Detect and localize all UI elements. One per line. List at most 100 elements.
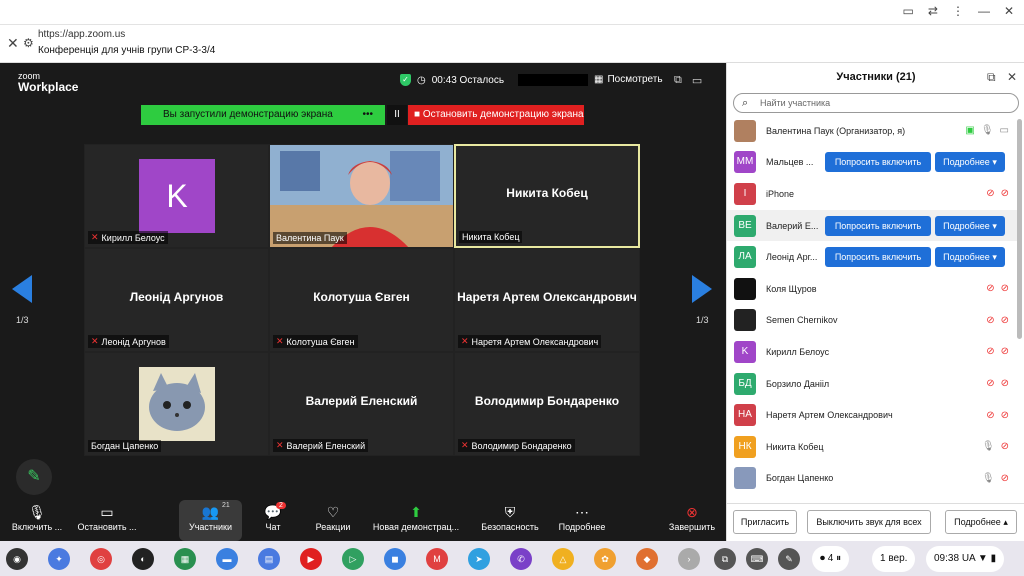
participant-row[interactable]: Валентина Паук (Организатор, я) ▣ 🎙 ▭ [727,115,1017,147]
participant-status: ⊘ ⊘ [986,346,1009,357]
tile-name: ✕ Леонід Аргунов [88,335,169,348]
top-icons: ▭ ⇄ ⋮ — ✕ [903,4,1014,18]
participant-row[interactable]: НА Наретя Артем Олександрович ⊘ ⊘ [727,399,1017,431]
mic-off-icon: ⊘ [986,409,995,421]
share-options-icon[interactable]: ••• [362,105,373,125]
site-settings-icon[interactable]: ⚙ [23,36,34,50]
ask-unmute-button[interactable]: Попросить включить [825,152,931,173]
prev-page-arrow-icon[interactable] [12,275,32,303]
close-icon[interactable]: ✕ [7,35,19,52]
participant-row[interactable]: Semen Chernikov ⊘ ⊘ [727,305,1017,337]
youtube-icon[interactable]: ▶ [300,548,322,570]
participant-row[interactable]: БД Борзило Данііл ⊘ ⊘ [727,368,1017,400]
translate-icon[interactable]: ⇄ [928,4,938,18]
tile-center-name: Леонід Аргунов [129,289,224,304]
video-tile[interactable]: Валентина Паук [269,144,454,248]
participant-more-button[interactable]: Подробнее ▾ [935,215,1005,236]
pause-share-button[interactable]: II [387,105,407,125]
stylus-icon[interactable]: ✎ [778,548,800,570]
video-tile-active-speaker[interactable]: Никита Кобец Никита Кобец [454,144,640,248]
viber-icon[interactable]: ✆ [510,548,532,570]
popout-icon[interactable]: ⧉ [987,63,996,91]
apps-grid-icon[interactable]: ▦ [174,548,196,570]
keyboard-icon[interactable]: ⌨ [746,548,768,570]
footer-more-button[interactable]: Подробнее ▴ [945,510,1017,534]
drive-icon[interactable]: △ [552,548,574,570]
chrome-icon[interactable]: ◎ [90,548,112,570]
notification-tray[interactable]: ⏺ 4 ⏸ [812,546,850,572]
participant-more-button[interactable]: Подробнее ▾ [935,247,1005,268]
ask-unmute-button[interactable]: Попросить включить [825,247,931,268]
next-page-arrow-icon[interactable] [692,275,712,303]
redacted-block [518,74,589,86]
participants-button[interactable]: 👥 Участники 21 [179,500,242,541]
cast-app-icon[interactable]: ◐ [132,548,154,570]
participant-status: 🎙 ⊘ [982,473,1009,484]
invite-button[interactable]: Пригласить [733,510,797,534]
pip-icon[interactable]: ⧉ [674,74,682,87]
status-tray[interactable]: 09:38 UA ▼ ▮ [926,546,1005,572]
screenshot-icon[interactable]: ⧉ [714,548,736,570]
date-bubble[interactable]: 1 вер. [872,546,916,572]
annotate-pen-icon[interactable]: ✎ [16,459,52,495]
search-input[interactable]: ⌕ Найти участника [733,93,1019,113]
mic-off-icon: ✕ [461,336,469,346]
share-status[interactable]: Вы запустили демонстрацию экрана ••• [141,105,385,125]
video-tile[interactable]: Леонід Аргунов ✕ Леонід Аргунов [84,248,269,352]
window-icons: ⧉ ▭ [674,74,702,87]
video-tile[interactable]: Богдан Цапенко [84,352,269,456]
zoom-app-icon[interactable]: ◼ [384,548,406,570]
ask-unmute-button[interactable]: Попросить включить [825,215,931,236]
gmail-icon[interactable]: M [426,548,448,570]
encryption-shield-icon[interactable]: ✓ [400,74,411,86]
reactions-button[interactable]: ♡ Реакции [310,500,356,541]
participant-row[interactable]: ММ Мальцев ... Попросить включить Подробнее… [727,147,1017,179]
participant-more-button[interactable]: Подробнее ▾ [935,152,1005,173]
files-icon[interactable]: ▬ [216,548,238,570]
mic-icon: 🎙 [981,441,995,453]
participant-row[interactable]: ВЕ Валерий Е... Попросить включить Подробне… [727,209,1017,242]
avatar: НК [734,435,756,458]
participant-row[interactable]: ЛА Леонід Арг... Попросить включить Подробн… [727,241,1017,273]
avatar [734,277,756,300]
share-screen-icon: ▣ [965,125,975,137]
stop-share-button[interactable]: ■ Остановить демонстрацию экрана [408,105,584,125]
more-button[interactable]: ⋯ Подробнее [554,500,610,541]
view-button[interactable]: ▦ Посмотреть [594,74,663,85]
scrollbar[interactable] [1017,119,1022,339]
app-icon[interactable]: ◆ [636,548,658,570]
participant-row[interactable]: НК Никита Кобец 🎙 ⊘ [727,431,1017,463]
avatar [139,367,215,441]
assistant-icon[interactable]: ✦ [48,548,70,570]
participant-row[interactable]: K Кирилл Белоус ⊘ ⊘ [727,336,1017,368]
photos-icon[interactable]: ✿ [594,548,616,570]
launcher-icon[interactable]: ◉ [6,548,28,570]
security-button[interactable]: ⛨ Безопасность [476,500,544,541]
end-meeting-button[interactable]: ⊗ Завершить [664,500,720,541]
video-tile[interactable]: Володимир Бондаренко ✕ Володимир Бондарен… [454,352,640,456]
mute-all-button[interactable]: Выключить звук для всех [807,510,931,534]
new-share-button[interactable]: ⬆ Новая демонстрац... [368,500,464,541]
minimize-icon[interactable]: — [978,4,990,18]
unmute-button[interactable]: 🎙 Включить ... [4,500,70,541]
docs-icon[interactable]: ▤ [258,548,280,570]
os-shelf: ◉ ✦ ◎ ◐ ▦ ▬ ▤ ▶ ▷ ◼ M ➤ ✆ △ ✿ ◆ › ⧉ ⌨ ✎ … [0,541,1024,576]
stop-video-button[interactable]: ▭ Остановить ... [72,500,142,541]
video-tile[interactable]: Валерий Еленский ✕ Валерий Еленский [269,352,454,456]
close-window-icon[interactable]: ✕ [1004,4,1014,18]
chat-button[interactable]: 💬 Чат 2 [256,500,290,541]
video-tile[interactable]: Колотуша Євген ✕ Колотуша Євген [269,248,454,352]
participant-row[interactable]: Коля Щуров ⊘ ⊘ [727,273,1017,305]
video-tile[interactable]: K ✕ Кирилл Белоус [84,144,269,248]
expand-shelf-icon[interactable]: › [678,548,700,570]
participant-row[interactable]: IiPhone ⊘ ⊘ [727,178,1017,210]
play-store-icon[interactable]: ▷ [342,548,364,570]
video-tile[interactable]: Наретя Артем Олександрович ✕ Наретя Артем… [454,248,640,352]
close-panel-icon[interactable]: ✕ [1007,63,1017,91]
cast-icon[interactable]: ▭ [903,4,914,18]
avatar: ММ [734,151,756,174]
menu-icon[interactable]: ⋮ [952,4,964,18]
telegram-icon[interactable]: ➤ [468,548,490,570]
participant-row[interactable]: Богдан Цапенко 🎙 ⊘ [727,463,1017,495]
minimize-view-icon[interactable]: ▭ [692,74,702,87]
